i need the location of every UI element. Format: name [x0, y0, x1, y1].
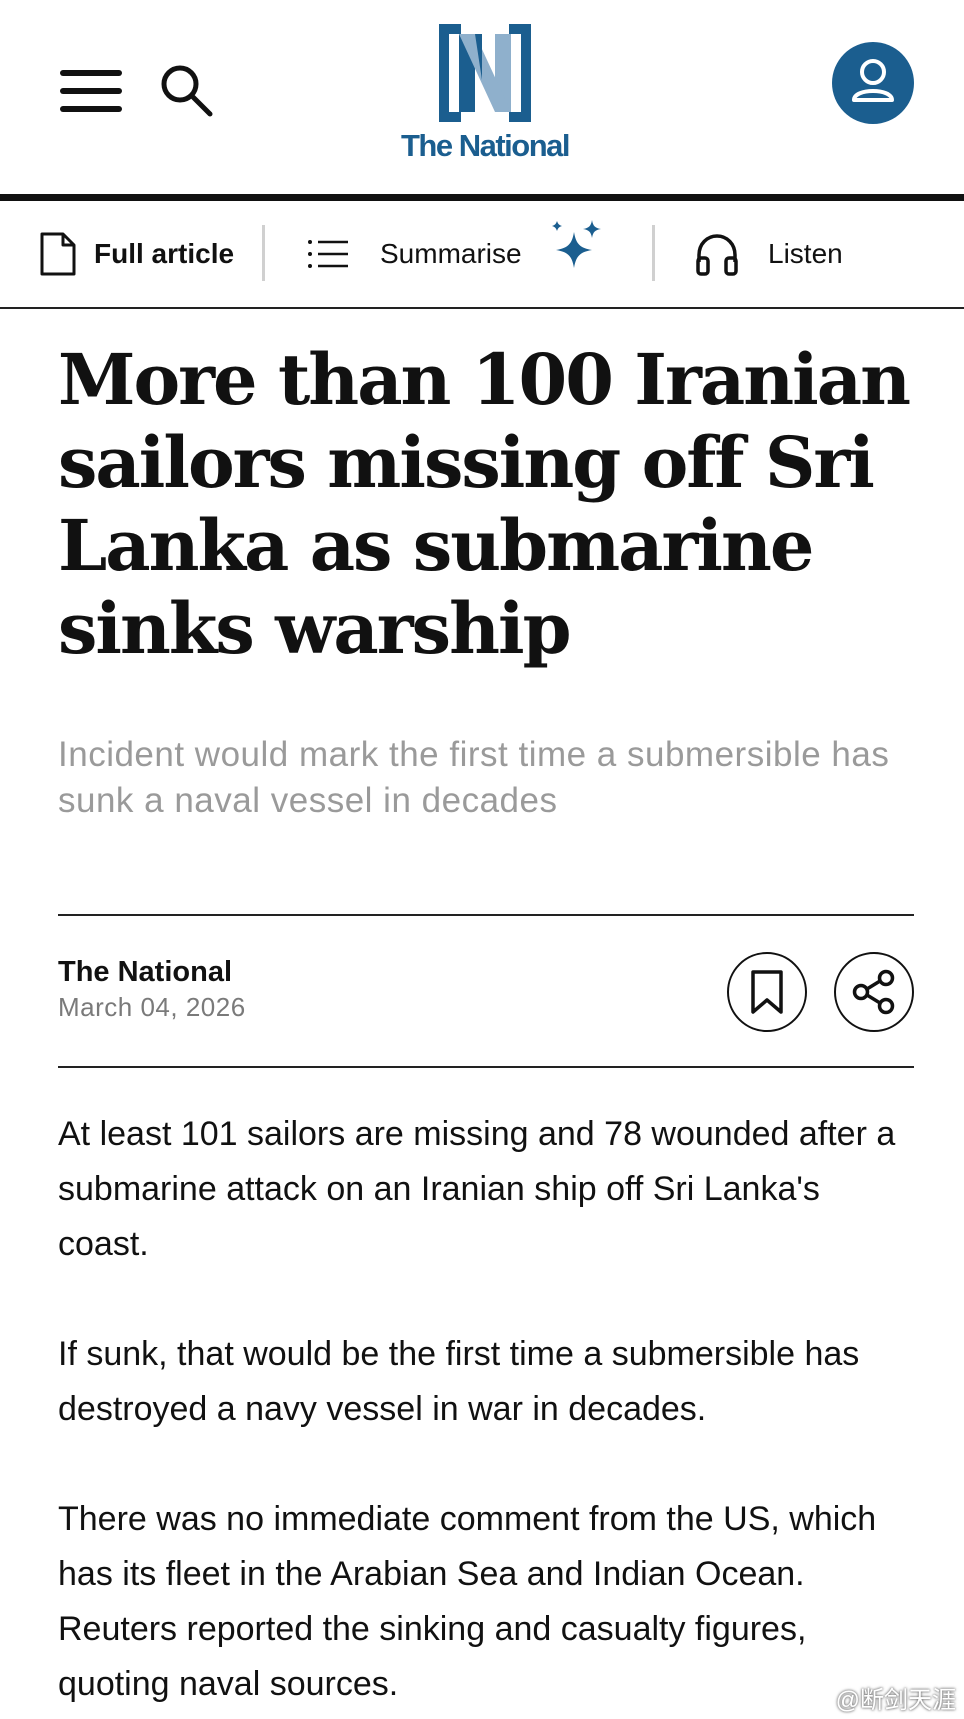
site-header: The National	[0, 0, 964, 200]
user-icon	[852, 59, 894, 102]
article-headline: More than 100 Iranian sailors missing of…	[58, 338, 911, 670]
menu-button[interactable]	[60, 66, 124, 116]
brand-name: The National	[400, 128, 571, 163]
menu-icon	[60, 70, 122, 76]
toolbar-separator	[262, 225, 265, 281]
headphones-icon	[696, 234, 738, 276]
bookmark-icon	[751, 970, 783, 1014]
toolbar-divider	[0, 307, 964, 309]
list-icon	[308, 240, 348, 268]
the-national-logo[interactable]: The National	[378, 20, 592, 163]
bookmark-button[interactable]	[727, 952, 807, 1032]
article-mode-toolbar: Full article Summarise Listen	[0, 201, 964, 307]
article-date: March 04, 2026	[58, 992, 246, 1022]
byline-top-divider	[58, 914, 914, 916]
article-author[interactable]: The National	[58, 956, 232, 989]
weibo-icon	[800, 1686, 830, 1710]
search-button[interactable]	[158, 62, 216, 120]
full-article-tab[interactable]: Full article	[38, 201, 234, 307]
byline-bottom-divider	[58, 1066, 914, 1068]
article-subheadline: Incident would mark the first time a sub…	[58, 735, 890, 820]
header-divider	[0, 194, 964, 201]
watermark-text: @断剑天涯	[835, 1687, 956, 1714]
account-button[interactable]	[832, 42, 914, 124]
article-paragraph: At least 101 sailors are missing and 78 …	[58, 1115, 896, 1263]
sparkle-icon	[551, 220, 601, 268]
watermark: @断剑天涯	[800, 1680, 956, 1715]
menu-icon-bar	[60, 88, 122, 94]
summarise-tab[interactable]: Summarise	[306, 201, 604, 307]
listen-tab[interactable]: Listen	[694, 201, 843, 307]
document-icon	[40, 232, 76, 276]
article-paragraph: There was no immediate comment from the …	[58, 1500, 877, 1703]
search-icon	[161, 65, 213, 117]
toolbar-separator	[652, 225, 655, 281]
share-button[interactable]	[834, 952, 914, 1032]
article-paragraph: If sunk, that would be the first time a …	[58, 1335, 860, 1428]
logo-mark	[439, 24, 531, 122]
listen-label: Listen	[768, 238, 843, 269]
menu-icon-bar	[60, 106, 122, 112]
summarise-label: Summarise	[380, 238, 522, 269]
full-article-label: Full article	[94, 238, 235, 269]
share-icon	[852, 969, 895, 1015]
